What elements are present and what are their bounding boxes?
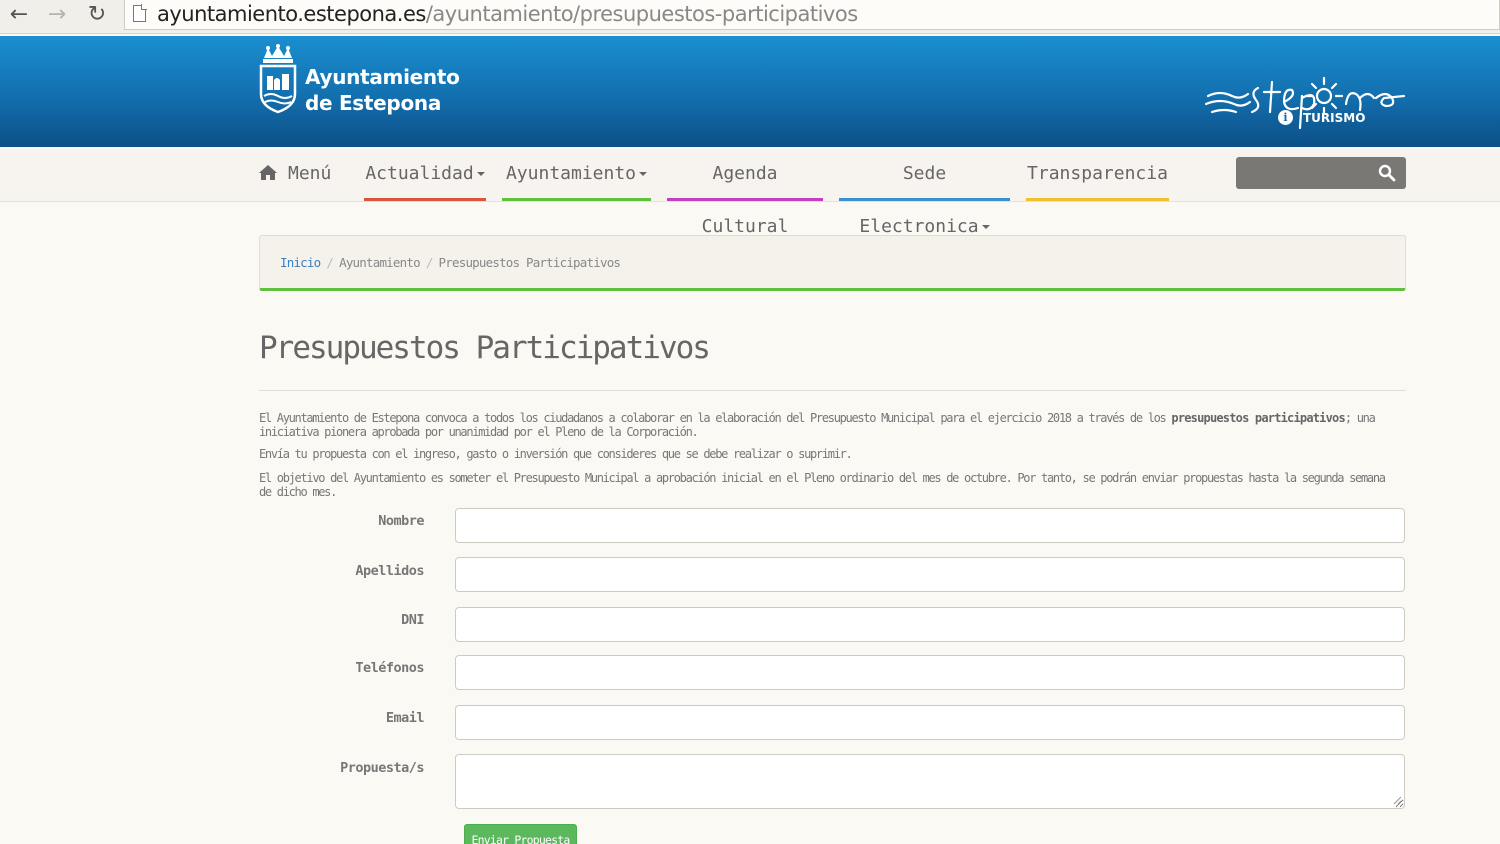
dni-field[interactable] xyxy=(455,607,1405,642)
nav-item-label: Actualidad xyxy=(365,163,474,184)
nav-item-agenda-cultural[interactable]: Agenda Cultural xyxy=(667,147,823,237)
apellidos-field[interactable] xyxy=(455,557,1405,592)
page-icon xyxy=(133,4,147,22)
nav-item-transparencia[interactable]: Transparencia xyxy=(1026,147,1169,201)
nav-item-label: Sede Electronica xyxy=(859,163,979,237)
apellidos-label: Apellidos xyxy=(355,563,424,579)
telefonos-field[interactable] xyxy=(455,655,1405,690)
main-navbar: Menú Actualidad Ayuntamiento Agenda Cult… xyxy=(0,147,1500,237)
breadcrumb-ayuntamiento[interactable]: Ayuntamiento xyxy=(339,255,421,270)
site-logo-text[interactable]: Ayuntamiento de Estepona xyxy=(305,64,460,116)
search-input[interactable] xyxy=(1236,157,1406,189)
forward-arrow-icon[interactable]: → xyxy=(42,2,72,28)
nav-item-label: Agenda Cultural xyxy=(701,163,789,237)
intro-paragraph-3: El objetivo del Ayuntamiento es someter … xyxy=(259,471,1386,499)
email-label: Email xyxy=(385,710,425,726)
reload-icon[interactable]: ↻ xyxy=(82,2,112,28)
nombre-label: Nombre xyxy=(378,513,424,529)
nav-menu-label: Menú xyxy=(288,163,332,184)
breadcrumb: Inicio / Ayuntamiento / Presupuestos Partici… xyxy=(259,235,1406,291)
nav-item-label: Transparencia xyxy=(1027,163,1168,184)
site-header: Ayuntamiento de Estepona i TURISMO xyxy=(0,36,1500,147)
logo-line-2: de Estepona xyxy=(305,91,442,115)
breadcrumb-home-link[interactable]: Inicio xyxy=(280,255,321,270)
home-icon xyxy=(259,165,277,180)
caret-down-icon xyxy=(981,225,990,229)
nav-item-sede-electronica[interactable]: Sede Electronica xyxy=(839,147,1010,237)
breadcrumb-separator: / xyxy=(326,255,334,270)
nav-menu-home[interactable]: Menú xyxy=(258,147,358,201)
intro-paragraph-2: Envía tu propuesta con el ingreso, gasto… xyxy=(259,447,853,461)
dni-label: DNI xyxy=(401,612,424,628)
nav-item-actualidad[interactable]: Actualidad xyxy=(364,147,486,201)
caret-down-icon xyxy=(476,172,485,176)
submit-proposal-button[interactable]: Enviar Propuesta xyxy=(464,824,577,844)
intro-bold-text: presupuestos participativos xyxy=(1171,411,1345,425)
back-arrow-icon[interactable]: ← xyxy=(4,2,34,28)
turismo-label: TURISMO xyxy=(1303,111,1366,125)
caret-down-icon xyxy=(639,172,648,176)
propuestas-label: Propuesta/s xyxy=(340,760,424,776)
intro-text: El Ayuntamiento de Estepona convoca a to… xyxy=(259,411,1172,425)
breadcrumb-current: Presupuestos Participativos xyxy=(438,255,621,270)
telefonos-label: Teléfonos xyxy=(355,660,424,676)
url-text[interactable]: ayuntamiento.estepona.es/ayuntamiento/pr… xyxy=(157,2,858,26)
logo-line-1: Ayuntamiento xyxy=(305,65,460,89)
page-title: Presupuestos Participativos xyxy=(259,330,711,366)
nav-item-label: Ayuntamiento xyxy=(505,163,637,184)
intro-paragraph-1: El Ayuntamiento de Estepona convoca a to… xyxy=(259,411,1399,439)
nombre-field[interactable] xyxy=(455,508,1405,543)
address-bar[interactable]: ayuntamiento.estepona.es/ayuntamiento/pr… xyxy=(124,0,1500,30)
search-icon[interactable] xyxy=(1378,164,1396,182)
nav-item-ayuntamiento[interactable]: Ayuntamiento xyxy=(502,147,651,201)
coat-of-arms-icon[interactable] xyxy=(258,44,298,118)
propuestas-textarea[interactable] xyxy=(455,754,1405,809)
url-domain: ayuntamiento.estepona.es xyxy=(157,2,426,26)
breadcrumb-separator: / xyxy=(425,255,434,270)
info-icon: i xyxy=(1278,110,1293,125)
url-path: /ayuntamiento/presupuestos-participativo… xyxy=(425,2,858,26)
resize-handle-icon[interactable] xyxy=(1392,795,1402,805)
email-field[interactable] xyxy=(455,705,1405,740)
title-divider xyxy=(259,390,1406,391)
browser-toolbar: ← → ↻ ayuntamiento.estepona.es/ayuntamie… xyxy=(0,0,1500,34)
